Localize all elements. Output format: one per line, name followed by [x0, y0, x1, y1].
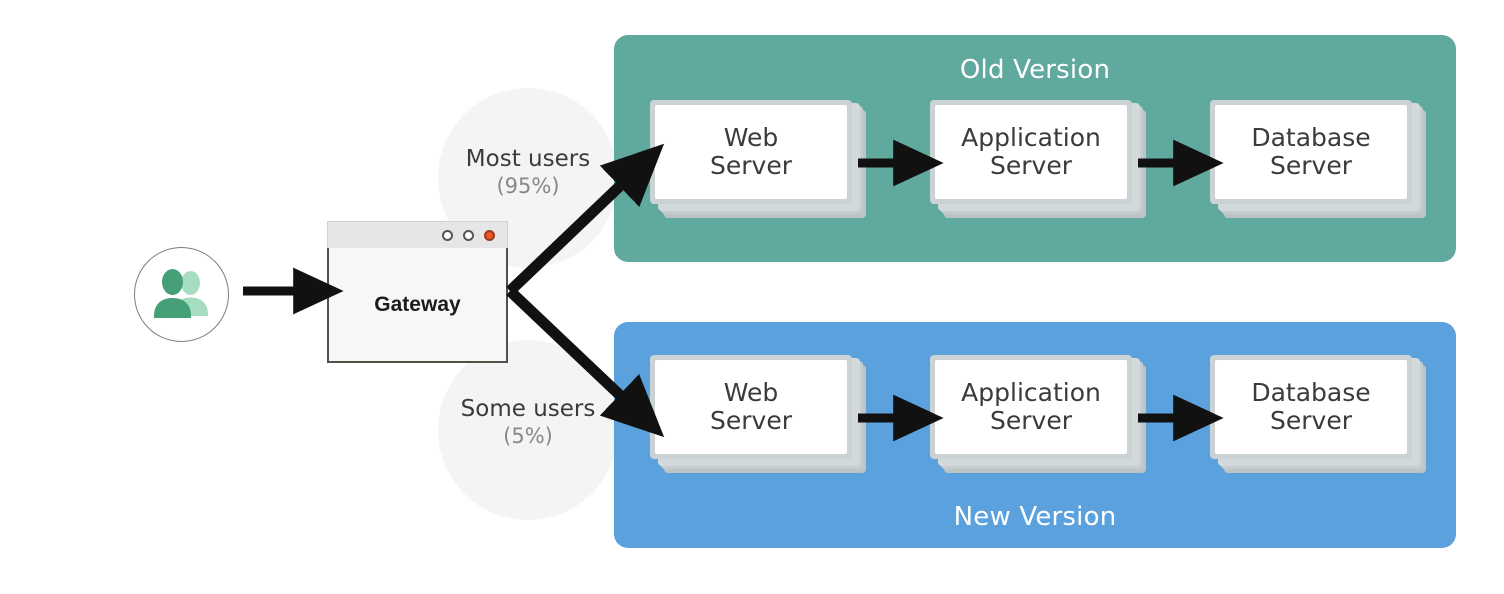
server-screen: Web Server: [655, 105, 847, 199]
gateway-body: Gateway: [327, 248, 508, 363]
server-screen: Web Server: [655, 360, 847, 454]
server-label: Web Server: [710, 122, 792, 180]
server-label: Web Server: [710, 377, 792, 435]
new-application-server[interactable]: Application Server: [930, 355, 1146, 473]
server-label: Application Server: [961, 122, 1101, 180]
users-avatar: [134, 247, 229, 342]
gateway-label: Gateway: [374, 292, 461, 316]
diagram-canvas: Old Version New Version Web Server Appli…: [0, 0, 1504, 594]
server-screen: Application Server: [935, 105, 1127, 199]
close-dot-icon[interactable]: [484, 229, 495, 241]
server-face: Database Server: [1210, 100, 1412, 204]
users-icon: [154, 269, 208, 318]
branch-percentage-text: (95%): [496, 174, 560, 198]
old-application-server[interactable]: Application Server: [930, 100, 1146, 218]
server-screen: Application Server: [935, 360, 1127, 454]
branch-label-text: Most users: [465, 146, 591, 172]
new-version-label: New Version: [953, 502, 1117, 532]
gateway-titlebar: [327, 221, 508, 248]
server-face: Application Server: [930, 355, 1132, 459]
gateway-node[interactable]: Gateway: [327, 221, 508, 363]
old-database-server[interactable]: Database Server: [1210, 100, 1426, 218]
server-face: Database Server: [1210, 355, 1412, 459]
minimize-dot-icon[interactable]: [442, 229, 453, 241]
server-face: Web Server: [650, 100, 852, 204]
branch-label-most-users: Most users (95%): [428, 146, 628, 198]
new-database-server[interactable]: Database Server: [1210, 355, 1426, 473]
server-screen: Database Server: [1215, 360, 1407, 454]
branch-label-some-users: Some users (5%): [428, 396, 628, 448]
old-web-server[interactable]: Web Server: [650, 100, 866, 218]
old-version-label: Old Version: [959, 55, 1111, 85]
server-screen: Database Server: [1215, 105, 1407, 199]
server-label: Database Server: [1251, 122, 1371, 180]
server-label: Database Server: [1251, 377, 1371, 435]
branch-label-text: Some users: [460, 396, 596, 422]
server-face: Web Server: [650, 355, 852, 459]
server-face: Application Server: [930, 100, 1132, 204]
maximize-dot-icon[interactable]: [463, 229, 474, 241]
new-web-server[interactable]: Web Server: [650, 355, 866, 473]
branch-percentage-text: (5%): [503, 424, 553, 448]
server-label: Application Server: [961, 377, 1101, 435]
